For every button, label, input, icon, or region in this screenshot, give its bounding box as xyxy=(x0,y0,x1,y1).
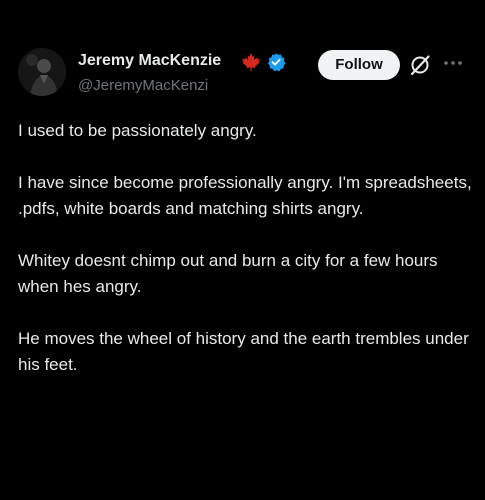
author-handle[interactable]: @JeremyMacKenzi xyxy=(78,77,208,94)
tweet: Jeremy MacKenzie @JeremyMacKenzi Follow … xyxy=(0,0,485,500)
tweet-paragraph: I have since become professionally angry… xyxy=(18,173,472,218)
avatar[interactable] xyxy=(18,48,66,96)
avatar-photo xyxy=(18,48,66,96)
tweet-text: I used to be passionately angry. I have … xyxy=(18,118,473,404)
grok-icon[interactable] xyxy=(409,54,431,76)
maple-leaf-icon xyxy=(242,53,260,71)
tweet-paragraph: Whitey doesnt chimp out and burn a city … xyxy=(18,251,438,296)
more-options-icon[interactable] xyxy=(442,56,464,70)
follow-button[interactable]: Follow xyxy=(318,50,400,80)
author-name[interactable]: Jeremy MacKenzie xyxy=(78,52,221,70)
tweet-paragraph: I used to be passionately angry. xyxy=(18,121,257,140)
verified-badge-icon[interactable] xyxy=(266,52,286,72)
tweet-paragraph: He moves the wheel of history and the ea… xyxy=(18,329,469,374)
